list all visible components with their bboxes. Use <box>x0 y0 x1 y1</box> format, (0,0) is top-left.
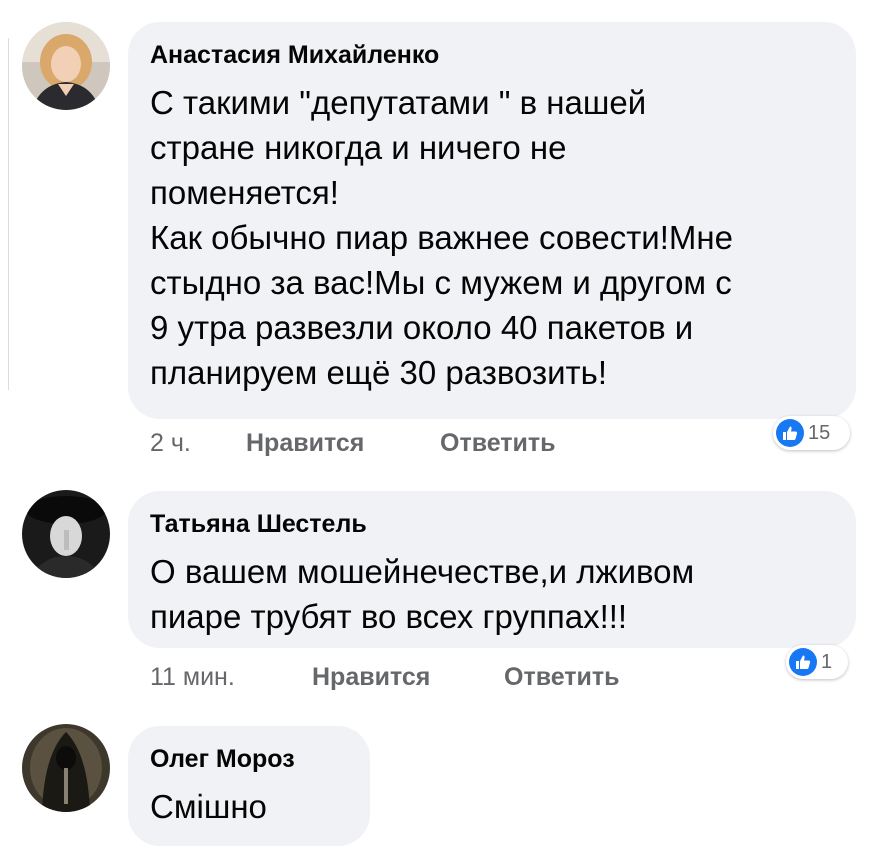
reaction-count: 15 <box>808 421 831 444</box>
avatar-anastasia[interactable] <box>22 22 110 110</box>
comment-text-line: Как обычно пиар важнее совести!Мне <box>150 219 733 256</box>
reaction-count-badge[interactable]: 1 <box>786 645 848 679</box>
comment-text-line: С такими "депутатами " в нашей <box>150 84 647 121</box>
thread-line <box>0 38 9 390</box>
comment-bubble: Анастасия Михайленко С такими "депутатам… <box>128 22 856 419</box>
comment-text-line: Смішно <box>150 788 267 825</box>
comment-text-line: пиаре трубят во всех группах!!! <box>150 598 628 635</box>
comment-author[interactable]: Олег Мороз <box>150 744 370 774</box>
comment-text-line: планируем ещё 30 развозить! <box>150 354 608 391</box>
comment-author[interactable]: Анастасия Михайленко <box>150 40 856 70</box>
avatar-photo-icon <box>22 724 110 812</box>
comment-timestamp[interactable]: 2 ч. <box>150 428 191 458</box>
like-button[interactable]: Нравится <box>312 662 430 692</box>
reaction-count: 1 <box>821 650 833 673</box>
reply-button[interactable]: Ответить <box>504 662 620 692</box>
reply-button[interactable]: Ответить <box>440 428 556 458</box>
avatar-oleg[interactable] <box>22 724 110 812</box>
reaction-count-badge[interactable]: 15 <box>773 416 850 450</box>
thumbs-up-icon <box>776 419 804 447</box>
avatar-tatyana[interactable] <box>22 490 110 578</box>
comment-actions: 2 ч. Нравится Ответить <box>150 428 650 458</box>
comment-author[interactable]: Татьяна Шестель <box>150 509 856 539</box>
avatar-photo-icon <box>22 22 110 110</box>
like-button[interactable]: Нравится <box>246 428 364 458</box>
comment-bubble: Татьяна Шестель О вашем мошейнечестве,и … <box>128 491 856 648</box>
avatar-photo-icon <box>22 490 110 578</box>
comment-text-line: стране никогда и ничего не <box>150 129 567 166</box>
comment-actions: 11 мин. Нравится Ответить <box>150 662 710 692</box>
comment-text-line: поменяется! <box>150 174 339 211</box>
comment-text-line: 9 утра развезли около 40 пакетов и <box>150 309 694 346</box>
comment-text-line: О вашем мошейнечестве,и лживом <box>150 553 695 590</box>
comment-bubble: Олег Мороз Смішно <box>128 726 370 846</box>
comment-timestamp[interactable]: 11 мин. <box>150 662 235 692</box>
thumbs-up-icon <box>789 648 817 676</box>
comment-text-line: стыдно за вас!Мы с мужем и другом с <box>150 264 732 301</box>
